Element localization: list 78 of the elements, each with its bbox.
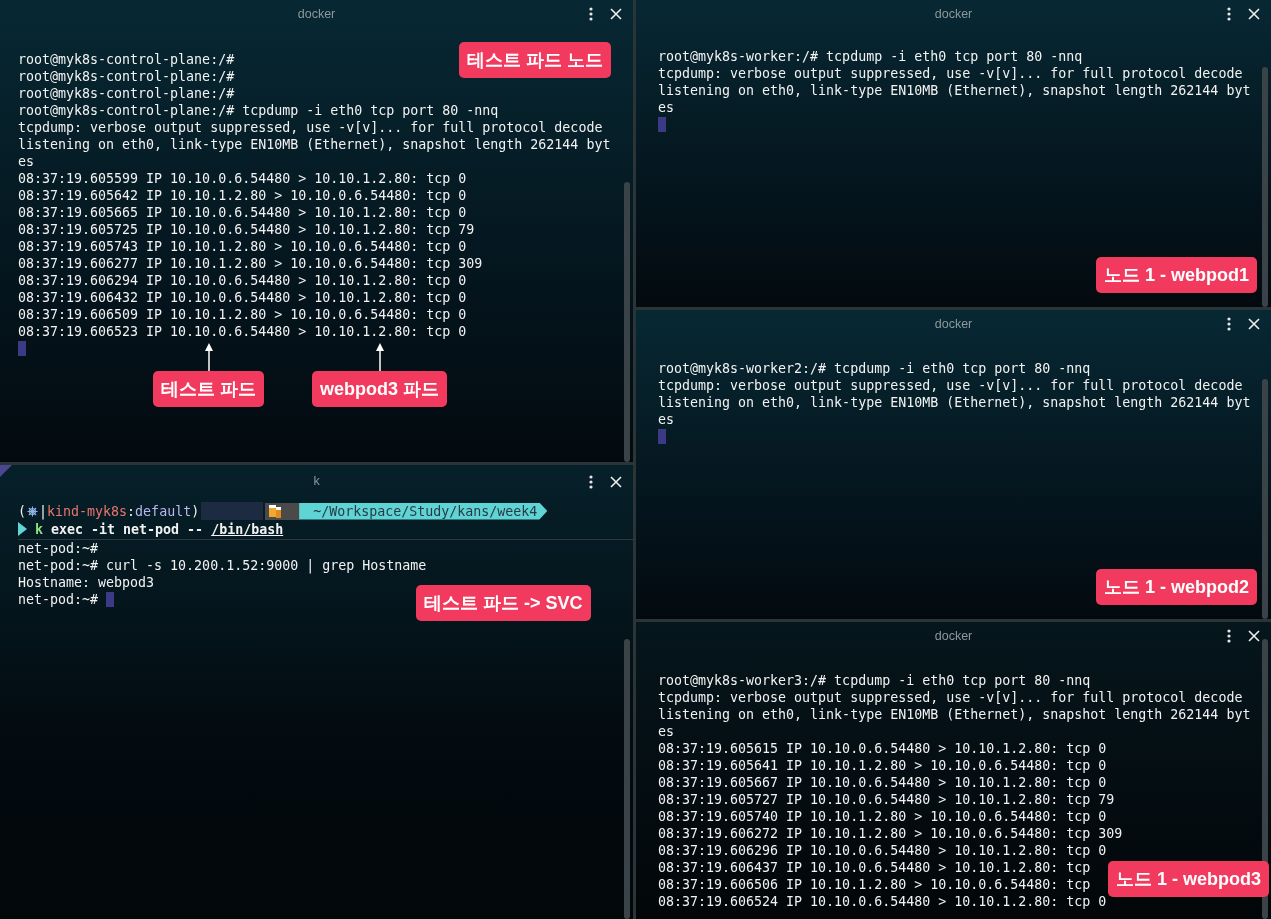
- command-text: exec -it net-pod --: [51, 520, 204, 538]
- more-options-icon[interactable]: [589, 7, 593, 21]
- prompt-text: ): [191, 502, 200, 520]
- pane-title: docker: [934, 7, 973, 21]
- annotation-label: 테스트 파드: [153, 371, 264, 407]
- more-options-icon[interactable]: [589, 475, 593, 489]
- annotation-label: 노드 1 - webpod2: [1096, 569, 1257, 605]
- prompt-text: :: [127, 502, 136, 520]
- terminal-line: net-pod:~#: [18, 591, 100, 608]
- annotation-label: 노드 1 - webpod1: [1096, 257, 1257, 293]
- terminal-line: listening on eth0, link-type EN10MB (Ethernet), snapshot length 262144 byt: [658, 82, 1251, 99]
- terminal-line: es: [658, 99, 674, 116]
- terminal-line: 08:37:19.605665 IP 10.10.0.6.54480 > 10.10.1.2.80: tcp 0: [18, 204, 467, 221]
- annotation-label: webpod3 파드: [312, 371, 447, 407]
- terminal-line: 08:37:19.605641 IP 10.10.1.2.80 > 10.10.0.6.54480: tcp 0: [658, 757, 1107, 774]
- pane-title: k: [313, 474, 320, 488]
- terminal-line: listening on eth0, link-type EN10MB (Ethernet), snapshot length 262144 byt: [658, 706, 1251, 723]
- terminal-line: tcpdump: verbose output suppressed, use -v[v]... for full protocol decode: [658, 377, 1243, 394]
- helm-icon: [27, 505, 38, 517]
- terminal-line: 08:37:19.606524 IP 10.10.0.6.54480 > 10.10.1.2.80: tcp 0: [658, 893, 1107, 910]
- terminal-line: root@myk8s-control-plane:/#: [18, 85, 235, 102]
- annotation-label: 노드 1 - webpod3: [1108, 861, 1269, 897]
- prompt-arrow-icon: [18, 522, 27, 536]
- terminal-line: root@myk8s-worker:/# tcpdump -i eth0 tcp port 80 -nnq: [658, 48, 1083, 65]
- terminal-line: root@myk8s-worker3:/# tcpdump -i eth0 tcp port 80 -nnq: [658, 672, 1091, 689]
- terminal-line: 08:37:19.606506 IP 10.10.1.2.80 > 10.10.0.6.54480: tcp: [658, 876, 1091, 893]
- terminal-line: 08:37:19.605743 IP 10.10.1.2.80 > 10.10.0.6.54480: tcp 0: [18, 238, 467, 255]
- pane-title: docker: [297, 7, 336, 21]
- command-alias: k: [35, 520, 43, 538]
- terminal-line: 08:37:19.606277 IP 10.10.1.2.80 > 10.10.0.6.54480: tcp 309: [18, 255, 483, 272]
- path-segment: ~/Workspace/Study/kans/week4: [299, 502, 548, 520]
- terminal-line: 08:37:19.605599 IP 10.10.0.6.54480 > 10.10.1.2.80: tcp 0: [18, 170, 467, 187]
- terminal-line: root@myk8s-control-plane:/# tcpdump -i eth0 tcp port 80 -nnq: [18, 102, 499, 119]
- close-icon[interactable]: [1248, 630, 1260, 642]
- more-options-icon[interactable]: [1227, 629, 1231, 643]
- terminal-line: es: [658, 723, 674, 740]
- terminal-line: Hostname: webpod3: [18, 574, 155, 591]
- terminal-line: 08:37:19.605667 IP 10.10.0.6.54480 > 10.10.1.2.80: tcp 0: [658, 774, 1107, 791]
- terminal-line: tcpdump: verbose output suppressed, use -v[v]... for full protocol decode: [658, 689, 1243, 706]
- terminal-line: 08:37:19.606294 IP 10.10.0.6.54480 > 10.10.1.2.80: tcp 0: [18, 272, 467, 289]
- prompt-text: |: [39, 502, 48, 520]
- pane-title: docker: [934, 317, 973, 331]
- annotation-label: 테스트 파드 노드: [459, 42, 611, 78]
- more-options-icon[interactable]: [1227, 7, 1231, 21]
- close-icon[interactable]: [1248, 318, 1260, 330]
- terminal-line: listening on eth0, link-type EN10MB (Ethernet), snapshot length 262144 byt: [18, 136, 611, 153]
- more-options-icon[interactable]: [1227, 317, 1231, 331]
- terminal-line: tcpdump: verbose output suppressed, use -v[v]... for full protocol decode: [658, 65, 1243, 82]
- close-icon[interactable]: [610, 476, 622, 488]
- command-path: /bin/bash: [211, 520, 284, 538]
- terminal-line: tcpdump: verbose output suppressed, use -v[v]... for full protocol decode: [18, 119, 603, 136]
- terminal-line: root@myk8s-control-plane:/#: [18, 68, 235, 85]
- terminal-line: 08:37:19.605725 IP 10.10.0.6.54480 > 10.10.1.2.80: tcp 79: [18, 221, 475, 238]
- terminal-line: 08:37:19.606272 IP 10.10.1.2.80 > 10.10.0.6.54480: tcp 309: [658, 825, 1123, 842]
- namespace-name: default: [135, 502, 192, 520]
- prompt-text: (: [18, 502, 26, 520]
- close-icon[interactable]: [1248, 8, 1260, 20]
- terminal-line: 08:37:19.605727 IP 10.10.0.6.54480 > 10.10.1.2.80: tcp 79: [658, 791, 1115, 808]
- terminal-line: 08:37:19.606437 IP 10.10.0.6.54480 > 10.10.1.2.80: tcp: [658, 859, 1091, 876]
- terminal-line: net-pod:~# curl -s 10.200.1.52:9000 | grep Hostname: [18, 557, 427, 574]
- terminal-line: 08:37:19.606296 IP 10.10.0.6.54480 > 10.10.1.2.80: tcp 0: [658, 842, 1107, 859]
- terminal-line: es: [658, 411, 674, 428]
- terminal-line: 08:37:19.605615 IP 10.10.0.6.54480 > 10.10.1.2.80: tcp 0: [658, 740, 1107, 757]
- cluster-name: kind-myk8s: [47, 502, 128, 520]
- annotation-label: 테스트 파드 -> SVC: [416, 585, 591, 621]
- terminal-line: root@myk8s-control-plane:/#: [18, 51, 235, 68]
- terminal-line: listening on eth0, link-type EN10MB (Ethernet), snapshot length 262144 byt: [658, 394, 1251, 411]
- terminal-line: es: [18, 153, 34, 170]
- terminal-line: net-pod:~#: [18, 540, 99, 557]
- redacted-block: [201, 502, 264, 520]
- terminal-line: root@myk8s-worker2:/# tcpdump -i eth0 tcp port 80 -nnq: [658, 360, 1091, 377]
- terminal-line: 08:37:19.605740 IP 10.10.1.2.80 > 10.10.0.6.54480: tcp 0: [658, 808, 1107, 825]
- close-icon[interactable]: [610, 8, 622, 20]
- terminal-line: 08:37:19.606523 IP 10.10.0.6.54480 > 10.10.1.2.80: tcp 0: [18, 323, 467, 340]
- terminal-line: 08:37:19.605642 IP 10.10.1.2.80 > 10.10.0.6.54480: tcp 0: [18, 187, 467, 204]
- terminal-line: 08:37:19.606509 IP 10.10.1.2.80 > 10.10.0.6.54480: tcp 0: [18, 306, 467, 323]
- terminal-line: 08:37:19.606432 IP 10.10.0.6.54480 > 10.10.1.2.80: tcp 0: [18, 289, 467, 306]
- pane-title: docker: [934, 629, 973, 643]
